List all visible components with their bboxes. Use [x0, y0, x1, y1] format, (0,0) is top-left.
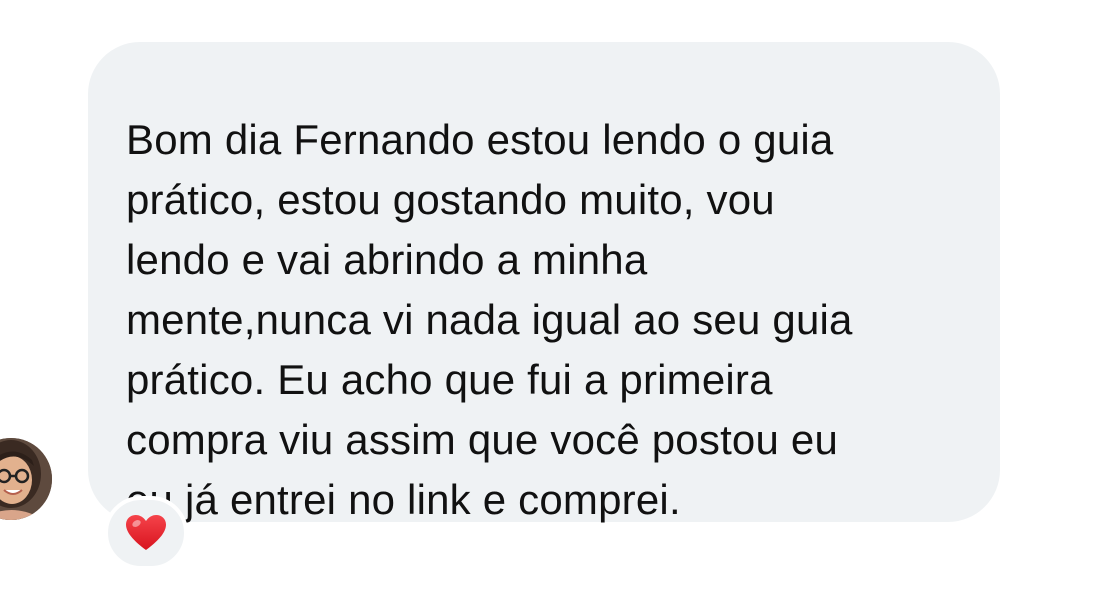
avatar-photo-icon [0, 438, 52, 520]
message-text: Bom dia Fernando estou lendo o guia prát… [126, 116, 853, 523]
sender-avatar[interactable] [0, 438, 52, 520]
red-heart-icon [126, 515, 166, 550]
reaction-badge[interactable] [104, 496, 188, 570]
message-bubble[interactable]: Bom dia Fernando estou lendo o guia prát… [88, 42, 1000, 523]
chat-thread: Bom dia Fernando estou lendo o guia prát… [0, 0, 1118, 590]
